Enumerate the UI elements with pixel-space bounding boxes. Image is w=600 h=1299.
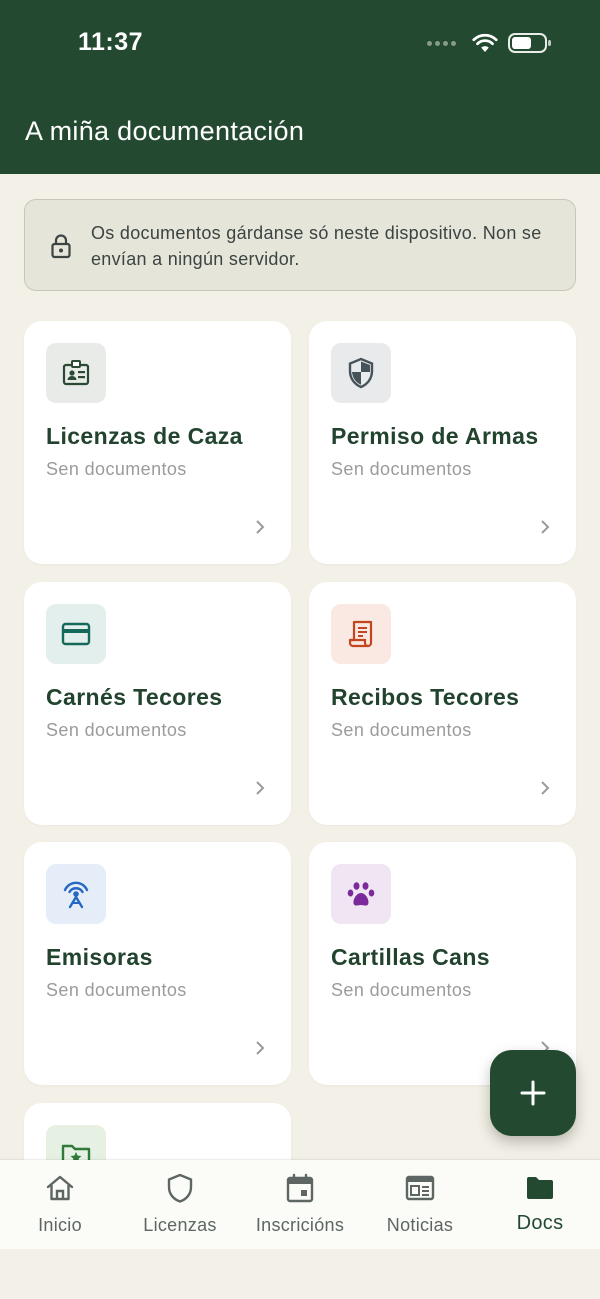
card-title: Licenzas de Caza bbox=[46, 423, 243, 449]
home-icon bbox=[46, 1175, 74, 1201]
card-recibos-tecores[interactable]: Recibos Tecores Sen documentos bbox=[309, 582, 576, 825]
nav-item-docs[interactable]: Docs bbox=[480, 1160, 600, 1249]
card-title: Permiso de Armas bbox=[331, 423, 539, 449]
card-title: Cartillas Cans bbox=[331, 944, 490, 970]
nav-label: Noticias bbox=[386, 1215, 454, 1235]
nav-label: Inscricións bbox=[255, 1215, 345, 1235]
chevron-right-icon bbox=[541, 781, 550, 795]
card-icon-tile bbox=[331, 604, 391, 664]
card-subtitle: Sen documentos bbox=[46, 459, 187, 479]
nav-item-noticias[interactable]: Noticias bbox=[360, 1160, 480, 1249]
card-cartillas-cans[interactable]: Cartillas Cans Sen documentos bbox=[309, 842, 576, 1085]
folder-icon bbox=[527, 1177, 553, 1199]
app-screen: 11:37 A miña documentación Os documentos… bbox=[0, 0, 600, 1299]
newspaper-icon bbox=[405, 1175, 435, 1201]
card-carnes-tecores[interactable]: Carnés Tecores Sen documentos bbox=[24, 582, 291, 825]
nav-label: Docs bbox=[516, 1212, 564, 1234]
id-badge-icon bbox=[62, 360, 90, 386]
nav-label: Licenzas bbox=[143, 1215, 217, 1235]
calendar-icon bbox=[286, 1173, 314, 1203]
page-title: A miña documentación bbox=[25, 116, 305, 146]
shield-outline-icon bbox=[167, 1173, 193, 1203]
chevron-right-icon bbox=[256, 1041, 265, 1055]
shield-icon bbox=[348, 357, 374, 389]
chevron-right-icon bbox=[256, 520, 265, 534]
card-title: Emisoras bbox=[46, 944, 153, 970]
card-icon-tile bbox=[46, 604, 106, 664]
card-subtitle: Sen documentos bbox=[331, 980, 472, 1000]
nav-item-licenzas[interactable]: Licenzas bbox=[120, 1160, 240, 1249]
card-icon-tile bbox=[331, 864, 391, 924]
notice-text: Os documentos gárdanse só neste disposit… bbox=[91, 223, 542, 269]
wifi-icon bbox=[472, 33, 498, 52]
home-indicator-area bbox=[0, 1249, 600, 1299]
battery-icon bbox=[508, 33, 551, 53]
receipt-icon bbox=[348, 620, 373, 648]
add-document-button[interactable] bbox=[490, 1050, 576, 1136]
chevron-right-icon bbox=[256, 781, 265, 795]
card-subtitle: Sen documentos bbox=[46, 720, 187, 740]
card-subtitle: Sen documentos bbox=[46, 980, 187, 1000]
nav-item-inicio[interactable]: Inicio bbox=[0, 1160, 120, 1249]
bottom-navigation: Inicio Licenzas Inscricións Noticias Doc… bbox=[0, 1160, 600, 1249]
plus-icon bbox=[520, 1080, 546, 1106]
status-time: 11:37 bbox=[78, 28, 144, 56]
lock-icon bbox=[51, 234, 71, 259]
card-permiso-de-armas[interactable]: Permiso de Armas Sen documentos bbox=[309, 321, 576, 564]
card-icon-tile bbox=[46, 343, 106, 403]
radio-icon bbox=[63, 881, 89, 909]
card-icon-tile bbox=[331, 343, 391, 403]
privacy-notice: Os documentos gárdanse só neste disposit… bbox=[24, 199, 576, 291]
app-header: 11:37 A miña documentación bbox=[0, 0, 600, 174]
status-icons bbox=[427, 32, 552, 54]
chevron-right-icon bbox=[541, 520, 550, 534]
card-title: Recibos Tecores bbox=[331, 684, 520, 710]
card-title: Carnés Tecores bbox=[46, 684, 223, 710]
card-subtitle: Sen documentos bbox=[331, 720, 472, 740]
signal-icon bbox=[427, 40, 456, 46]
card-subtitle: Sen documentos bbox=[331, 459, 472, 479]
card-emisoras[interactable]: Emisoras Sen documentos bbox=[24, 842, 291, 1085]
card-icon-tile bbox=[46, 864, 106, 924]
card-icon bbox=[61, 622, 91, 646]
nav-label: Inicio bbox=[38, 1215, 82, 1235]
paw-icon bbox=[347, 882, 375, 906]
nav-item-inscricions[interactable]: Inscricións bbox=[240, 1160, 360, 1249]
card-licenzas-de-caza[interactable]: Licenzas de Caza Sen documentos bbox=[24, 321, 291, 564]
